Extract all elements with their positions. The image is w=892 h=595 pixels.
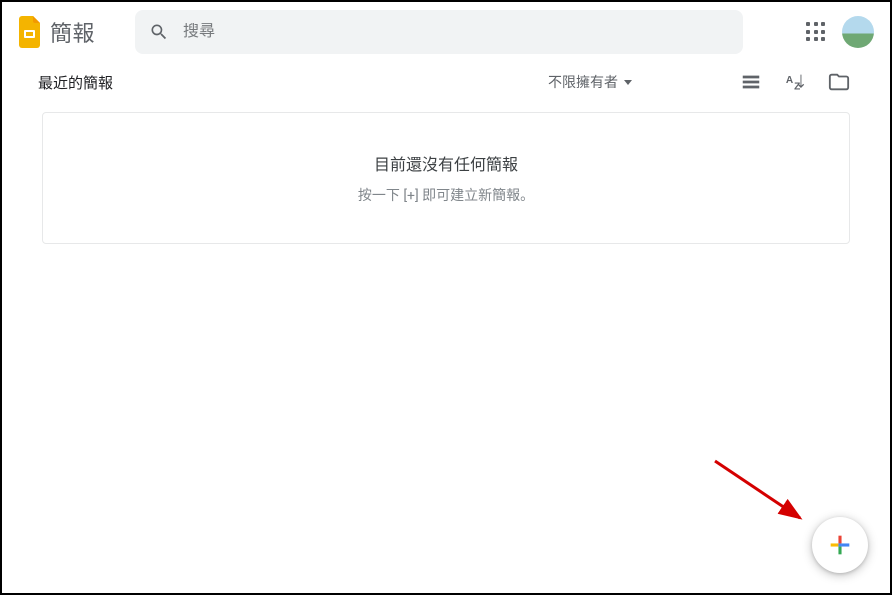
logo-block[interactable]: 簡報 <box>18 16 95 48</box>
folder-icon[interactable] <box>828 71 850 93</box>
header: 簡報 <box>2 2 890 62</box>
search-wrap <box>135 10 743 54</box>
section-title: 最近的簡報 <box>38 72 113 93</box>
search-icon <box>149 22 169 42</box>
header-right <box>804 16 874 48</box>
owner-filter-dropdown[interactable]: 不限擁有者 <box>540 68 640 96</box>
plus-icon <box>826 531 854 559</box>
search-input[interactable] <box>183 23 729 41</box>
toolbar: 最近的簡報 不限擁有者 A Z <box>2 62 890 112</box>
empty-state-subtitle: 按一下 [+] 即可建立新簡報。 <box>43 185 849 205</box>
list-view-icon[interactable] <box>740 71 762 93</box>
sort-az-icon[interactable]: A Z <box>784 71 806 93</box>
owner-filter-label: 不限擁有者 <box>548 72 618 92</box>
arrow-annotation <box>705 453 815 533</box>
avatar[interactable] <box>842 16 874 48</box>
avatar-image <box>842 16 874 48</box>
chevron-down-icon <box>624 80 632 85</box>
app-title: 簡報 <box>50 16 95 48</box>
tool-icons: A Z <box>740 71 850 93</box>
empty-state-title: 目前還沒有任何簡報 <box>43 151 849 175</box>
create-new-fab[interactable] <box>812 517 868 573</box>
empty-state-card: 目前還沒有任何簡報 按一下 [+] 即可建立新簡報。 <box>42 112 850 244</box>
apps-launcher-icon[interactable] <box>804 20 828 44</box>
svg-text:Z: Z <box>794 81 800 92</box>
svg-text:A: A <box>786 75 794 86</box>
slides-logo-icon <box>18 16 42 48</box>
search-bar[interactable] <box>135 10 743 54</box>
